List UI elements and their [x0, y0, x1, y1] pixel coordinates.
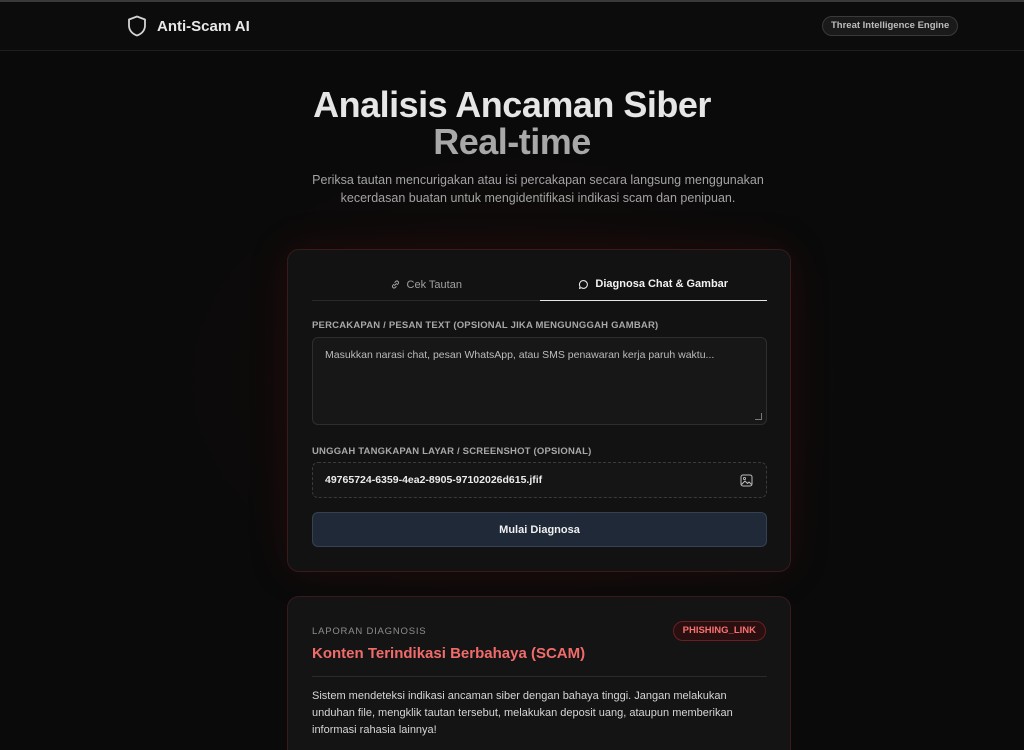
tab-label: Cek Tautan — [406, 278, 462, 291]
report-title: Konten Terindikasi Berbahaya (SCAM) — [312, 645, 586, 662]
top-navbar: Anti-Scam AI Threat Intelligence Engine — [0, 2, 1024, 51]
screenshot-upload-input[interactable]: 49765724-6359-4ea2-8905-97102026d615.jfi… — [312, 462, 767, 498]
brand[interactable]: Anti-Scam AI — [127, 15, 250, 37]
engine-badge: Threat Intelligence Engine — [822, 16, 959, 36]
upload-field-label: UNGGAH TANGKAPAN LAYAR / SCREENSHOT (OPS… — [312, 446, 592, 457]
tab-diagnosa-chat[interactable]: Diagnosa Chat & Gambar — [539, 268, 767, 301]
message-placeholder: Masukkan narasi chat, pesan WhatsApp, at… — [325, 349, 715, 361]
mode-tabs: Cek Tautan Diagnosa Chat & Gambar — [312, 268, 767, 301]
tab-cek-tautan[interactable]: Cek Tautan — [312, 268, 540, 301]
page-title-line2: Real-time — [433, 121, 591, 162]
shield-icon — [128, 15, 146, 37]
page-title: Analisis Ancaman Siber Real-time — [0, 86, 1024, 160]
diagnosis-form-card: Cek Tautan Diagnosa Chat & Gambar PERCAK… — [287, 249, 791, 572]
page-title-line1: Analisis Ancaman Siber — [313, 84, 711, 125]
uploaded-filename: 49765724-6359-4ea2-8905-97102026d615.jfi… — [325, 474, 543, 486]
brand-name: Anti-Scam AI — [157, 17, 250, 35]
start-diagnosis-button[interactable]: Mulai Diagnosa — [312, 512, 767, 547]
message-textarea[interactable]: Masukkan narasi chat, pesan WhatsApp, at… — [312, 337, 767, 425]
chat-bubble-icon — [579, 279, 589, 289]
threat-type-badge: PHISHING_LINK — [672, 621, 766, 641]
page-subtitle: Periksa tautan mencurigakan atau isi per… — [312, 173, 764, 205]
image-icon — [740, 474, 753, 487]
resize-handle-icon[interactable] — [755, 413, 762, 420]
link-icon — [391, 280, 399, 289]
report-divider — [312, 676, 767, 677]
report-body: Sistem mendeteksi indikasi ancaman siber… — [312, 690, 733, 736]
message-field-label: PERCAKAPAN / PESAN TEXT (OPSIONAL JIKA M… — [312, 320, 659, 331]
diagnosis-report-card: LAPORAN DIAGNOSIS PHISHING_LINK Konten T… — [287, 596, 791, 750]
tab-label: Diagnosa Chat & Gambar — [595, 278, 729, 290]
report-kicker: LAPORAN DIAGNOSIS — [312, 626, 427, 637]
